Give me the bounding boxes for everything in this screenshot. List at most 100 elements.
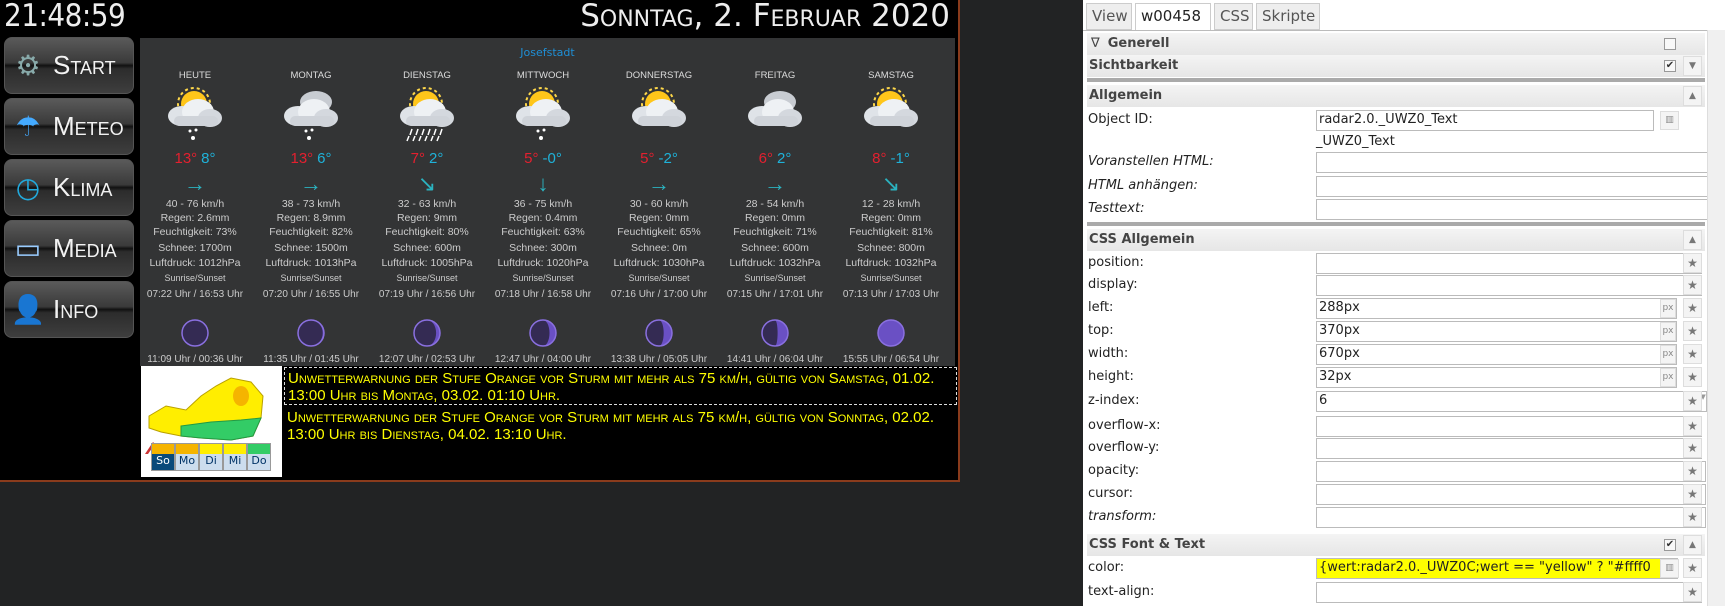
star-icon[interactable]: ★ (1683, 298, 1702, 318)
unit-px-button[interactable]: px (1660, 322, 1676, 341)
field-input[interactable] (1316, 175, 1725, 197)
moonrise-moonset: 13:38 Uhr / 05:05 Uhr (610, 354, 708, 365)
warning-text-2[interactable]: Unwetterwarnung der Stufe Orange vor Stu… (284, 407, 957, 445)
css-label-overflow-y: overflow-y: (1088, 440, 1160, 455)
star-icon[interactable]: ★ (1683, 367, 1702, 387)
css-input-text-align[interactable] (1316, 582, 1702, 603)
temp-low: -0° (542, 150, 562, 167)
star-icon[interactable]: ★ (1683, 461, 1702, 481)
sunrise-label: Sunrise/Sunset (164, 273, 226, 283)
section-allgemein[interactable]: Allgemein (1087, 85, 1705, 107)
monitor-icon: ▭ (14, 233, 42, 264)
css-input-left[interactable]: 288px (1316, 298, 1677, 319)
tab-skripte[interactable]: Skripte (1256, 3, 1320, 30)
star-icon[interactable]: ★ (1683, 558, 1702, 578)
nav-button-meteo[interactable]: ☂ Meteo (4, 98, 134, 155)
css-input-height[interactable]: 32px (1316, 367, 1677, 388)
moonrise-moonset: 11:09 Uhr / 00:36 Uhr (147, 354, 243, 365)
star-icon[interactable]: ★ (1683, 484, 1702, 504)
sunrise-label: Sunrise/Sunset (396, 273, 458, 283)
day-name: Dienstag (403, 70, 451, 81)
css-input-display[interactable] (1316, 275, 1702, 296)
css-label-color: color: (1088, 560, 1125, 575)
pressure: Luftdruck: 1020hPa (497, 257, 589, 269)
unit-px-button[interactable]: px (1660, 299, 1676, 318)
tab-w00458[interactable]: w00458 (1135, 3, 1211, 30)
binding-edit-button[interactable]: ▥ (1660, 559, 1679, 578)
star-icon[interactable]: ★ (1683, 275, 1702, 295)
section-checkbox[interactable]: ✔ (1664, 60, 1676, 72)
css-input-overflow-y[interactable] (1316, 438, 1702, 459)
star-icon[interactable]: ★ (1683, 391, 1702, 411)
collapse-arrow-icon[interactable]: ▼ (1683, 56, 1702, 76)
humidity: Feuchtigkeit: 71% (733, 226, 817, 238)
weather-widget: Josefstadt Heute 13° 8° → 40 - 76 km/h Regen:… (140, 38, 955, 366)
star-icon[interactable]: ★ (1683, 438, 1702, 458)
moon-phase-icon (363, 318, 491, 348)
rain: Regen: 0mm (628, 212, 690, 224)
css-input-opacity[interactable] (1316, 461, 1706, 482)
temp-low: 8° (201, 150, 216, 167)
forecast-day: Samstag 8° -1° ↘ 12 - 28 km/h Regen: 0mm Feuch… (833, 38, 949, 366)
wind-speed: 36 - 75 km/h (513, 198, 573, 210)
section-checkbox[interactable]: ✔ (1664, 539, 1676, 551)
wind-arrow-icon: ↓ (537, 171, 549, 196)
field-input[interactable] (1316, 199, 1725, 220)
weather-sun-cloud-heavy-rain-icon (363, 86, 491, 142)
wind-speed: 40 - 76 km/h (165, 198, 225, 210)
wind-arrow-icon: → (648, 171, 670, 196)
temp-low: -2° (658, 150, 678, 167)
object-id-input[interactable]: radar2.0._UWZ0_Text (1316, 110, 1654, 131)
temperatures: 6° 2° (711, 150, 839, 167)
moonrise-moonset: 11:35 Uhr / 01:45 Uhr (263, 354, 359, 365)
star-icon[interactable]: ★ (1683, 321, 1702, 341)
map-day-so: So (151, 443, 175, 471)
css-input-cursor[interactable] (1316, 484, 1706, 505)
date: Sonntag, 2. Februar 2020 (580, 0, 950, 34)
tab-css[interactable]: CSS (1214, 3, 1253, 30)
css-label-text-align: text-align: (1088, 584, 1155, 599)
section-css_font[interactable]: CSS Font & Text (1087, 534, 1705, 556)
warning-text-1[interactable]: Unwetterwarnung der Stufe Orange vor Stu… (284, 367, 957, 405)
day-name: Montag (290, 70, 332, 81)
nav-label: Meteo (53, 111, 124, 141)
star-icon[interactable]: ★ (1683, 507, 1702, 527)
css-input-color[interactable]: {wert:radar2.0._UWZ0C;wert == "yellow" ?… (1316, 558, 1678, 579)
section-checkbox[interactable] (1664, 38, 1676, 50)
object-id-picker-button[interactable]: ▥ (1660, 111, 1679, 130)
rain: Regen: 0.4mm (508, 212, 578, 224)
level-swatch (152, 444, 174, 454)
rain: Regen: 2.6mm (160, 212, 230, 224)
filter-icon[interactable]: ∇ (1091, 36, 1100, 51)
vis-view: 21:48:59 Sonntag, 2. Februar 2020 ⚙ Start… (0, 0, 960, 482)
section-divider (1087, 78, 1705, 82)
field-input[interactable] (1316, 152, 1725, 173)
css-input-overflow-x[interactable] (1316, 416, 1702, 437)
nav-button-start[interactable]: ⚙ Start (4, 37, 134, 94)
rain: Regen: 8.9mm (276, 212, 346, 224)
level-swatch (248, 444, 270, 454)
forecast-day: Mittwoch 5° -0° ↓ 36 - 75 km/h Regen: 0.4mm Fe… (485, 38, 601, 366)
star-icon[interactable]: ★ (1683, 416, 1702, 436)
nav-button-media[interactable]: ▭ Media (4, 220, 134, 277)
section-sichtbarkeit[interactable]: Sichtbarkeit (1087, 55, 1705, 77)
collapse-arrow-icon[interactable]: ▲ (1683, 535, 1702, 555)
css-input-z-index[interactable]: 6 (1316, 391, 1707, 412)
collapse-arrow-icon[interactable]: ▲ (1683, 86, 1702, 106)
star-icon[interactable]: ★ (1683, 582, 1702, 602)
unit-px-button[interactable]: px (1660, 368, 1676, 387)
nav-button-info[interactable]: 👤 Info (4, 281, 134, 338)
section-generell[interactable]: ∇ Generell (1087, 33, 1705, 55)
star-icon[interactable]: ★ (1683, 344, 1702, 364)
css-input-position[interactable] (1316, 253, 1702, 274)
star-icon[interactable]: ★ (1683, 253, 1702, 273)
collapse-arrow-icon[interactable]: ▲ (1683, 230, 1702, 250)
css-input-top[interactable]: 370px (1316, 321, 1677, 342)
unit-px-button[interactable]: px (1660, 345, 1676, 364)
section-css_allgemein[interactable]: CSS Allgemein (1087, 229, 1705, 251)
scrollbar[interactable] (1707, 30, 1725, 606)
tab-view[interactable]: View (1086, 3, 1132, 30)
css-input-transform[interactable] (1316, 507, 1706, 528)
nav-button-klima[interactable]: ◷ Klima (4, 159, 134, 216)
css-input-width[interactable]: 670px (1316, 344, 1677, 365)
